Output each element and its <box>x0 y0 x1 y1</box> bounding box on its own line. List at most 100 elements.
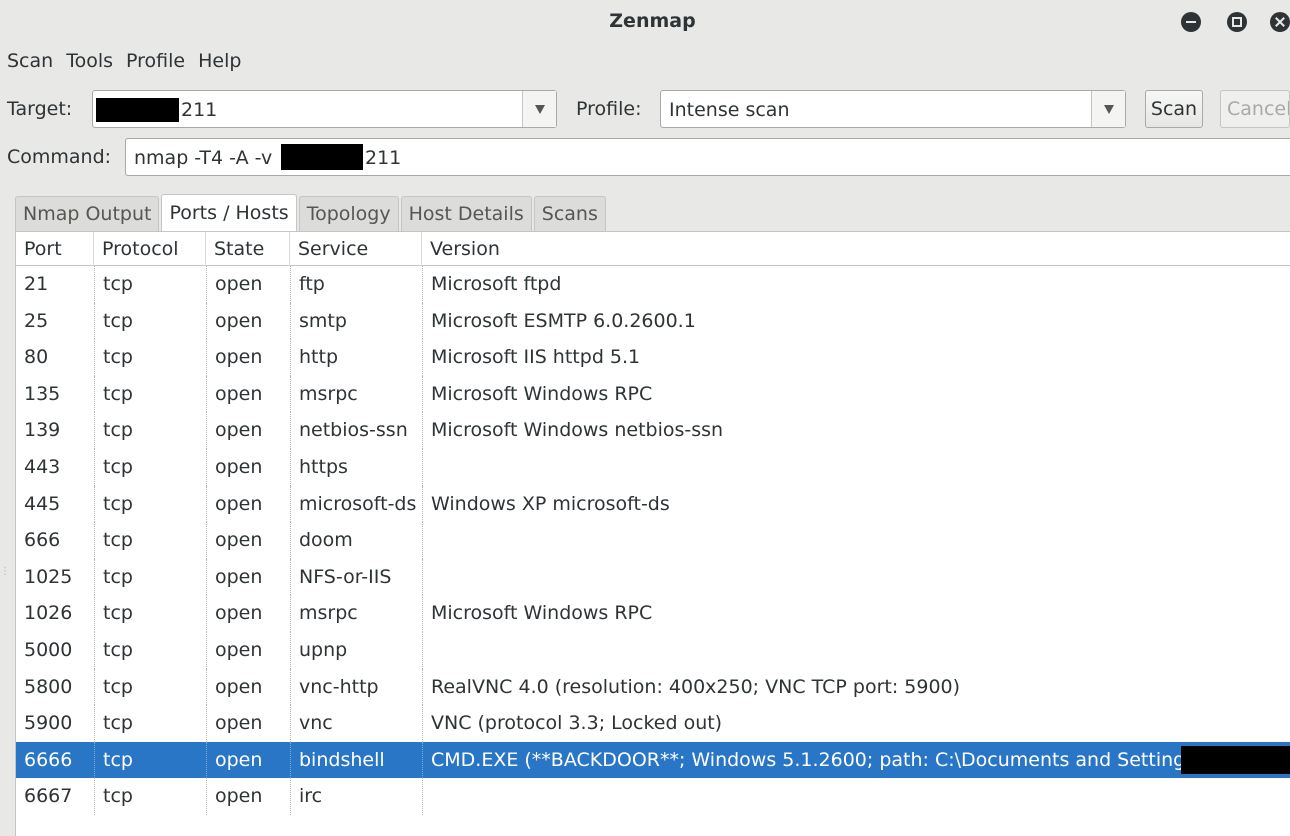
profile-value: Intense scan <box>669 99 790 121</box>
protocol-cell: tcp <box>94 522 206 559</box>
title-bar: Zenmap <box>0 0 1290 42</box>
state-cell: open <box>206 302 290 340</box>
close-icon[interactable] <box>1270 12 1290 32</box>
state-cell: open <box>206 558 290 596</box>
port-cell: 5800 <box>24 675 73 698</box>
service-cell: doom <box>290 522 422 559</box>
table-row[interactable]: 1026 tcp open msrpc Microsoft Windows RPC <box>16 595 1290 632</box>
state-cell: open <box>206 595 290 632</box>
service-cell: NFS-or-IIS <box>290 558 422 596</box>
state-cell: open <box>206 741 290 779</box>
protocol-cell: tcp <box>94 595 206 632</box>
version-cell <box>422 778 1290 815</box>
protocol-cell: tcp <box>94 741 206 779</box>
protocol-cell: tcp <box>94 632 206 669</box>
version-cell: Microsoft ESMTP 6.0.2600.1 <box>422 302 1290 340</box>
table-row[interactable]: 5900 tcp open vnc VNC (protocol 3.3; Locked … <box>16 705 1290 742</box>
protocol-cell: tcp <box>94 375 206 413</box>
port-cell: 80 <box>24 346 49 369</box>
target-label: Target: <box>7 98 73 120</box>
tab-nmap-output[interactable]: Nmap Output <box>15 196 160 232</box>
table-row[interactable]: 666 tcp open doom <box>16 522 1290 559</box>
tab-host-details[interactable]: Host Details <box>400 196 532 232</box>
state-cell: open <box>206 522 290 559</box>
state-cell: open <box>206 485 290 523</box>
window-title: Zenmap <box>609 10 696 32</box>
cancel-button[interactable]: Cancel <box>1220 90 1290 128</box>
target-combo[interactable]: 211 <box>92 90 557 128</box>
table-row[interactable]: 6666 tcp open bindshell CMD.EXE (**BACKDOOR*… <box>16 741 1290 779</box>
menu-scan[interactable]: Scan <box>7 46 53 78</box>
tab-topology[interactable]: Topology <box>298 196 399 232</box>
profile-label: Profile: <box>576 98 642 120</box>
tab-scans[interactable]: Scans <box>533 196 606 232</box>
protocol-cell: tcp <box>94 485 206 523</box>
version-cell <box>422 449 1290 486</box>
state-cell: open <box>206 668 290 706</box>
table-row[interactable]: 25 tcp open smtp Microsoft ESMTP 6.0.2600.1 <box>16 302 1290 340</box>
table-row[interactable]: 21 tcp open ftp Microsoft ftpd <box>16 266 1290 303</box>
profile-combo[interactable]: Intense scan <box>660 90 1126 128</box>
service-cell: smtp <box>290 302 422 340</box>
version-cell <box>422 558 1290 596</box>
service-cell: http <box>290 339 422 376</box>
chevron-down-icon[interactable] <box>522 91 556 127</box>
port-cell: 445 <box>24 492 61 515</box>
protocol-cell: tcp <box>94 412 206 449</box>
port-cell: 5900 <box>24 712 73 735</box>
column-port[interactable]: Port <box>16 232 94 266</box>
menu-help[interactable]: Help <box>198 46 241 78</box>
protocol-cell: tcp <box>94 449 206 486</box>
service-cell: upnp <box>290 632 422 669</box>
service-cell: netbios-ssn <box>290 412 422 449</box>
table-row[interactable]: 1025 tcp open NFS-or-IIS <box>16 558 1290 596</box>
table-header: Port Protocol State Service Version <box>16 232 1290 266</box>
state-cell: open <box>206 339 290 376</box>
tab-ports-hosts[interactable]: Ports / Hosts <box>161 194 297 232</box>
table-row[interactable]: 80 tcp open http Microsoft IIS httpd 5.1 <box>16 339 1290 376</box>
version-cell: Microsoft Windows RPC <box>422 595 1290 632</box>
port-cell: 25 <box>24 309 49 332</box>
maximize-icon[interactable] <box>1227 12 1247 32</box>
protocol-cell: tcp <box>94 266 206 303</box>
command-label: Command: <box>7 146 112 168</box>
table-row[interactable]: 6667 tcp open irc <box>16 778 1290 815</box>
protocol-cell: tcp <box>94 339 206 376</box>
table-row[interactable]: 5000 tcp open upnp <box>16 632 1290 669</box>
chevron-down-icon[interactable] <box>1091 91 1125 127</box>
port-cell: 135 <box>24 382 61 405</box>
protocol-cell: tcp <box>94 705 206 742</box>
minimize-icon[interactable] <box>1181 12 1201 32</box>
pane-handle-icon[interactable]: ⋮ <box>0 566 10 582</box>
version-cell: Microsoft Windows netbios-ssn <box>422 412 1290 449</box>
service-cell: msrpc <box>290 375 422 413</box>
tab-bar: Nmap Output Ports / Hosts Topology Host … <box>15 194 608 232</box>
port-cell: 443 <box>24 456 61 478</box>
state-cell: open <box>206 632 290 669</box>
command-field[interactable]: nmap -T4 -A -v 211 <box>125 138 1290 176</box>
service-cell: https <box>290 449 422 486</box>
version-cell: Microsoft Windows RPC <box>422 375 1290 413</box>
table-row[interactable]: 443 tcp open https <box>16 449 1290 486</box>
menu-tools[interactable]: Tools <box>66 46 113 78</box>
protocol-cell: tcp <box>94 668 206 706</box>
table-row[interactable]: 445 tcp open microsoft-ds Windows XP microso… <box>16 485 1290 523</box>
column-version[interactable]: Version <box>422 232 1290 266</box>
scan-button[interactable]: Scan <box>1145 90 1203 128</box>
port-cell: 1025 <box>24 565 73 588</box>
state-cell: open <box>206 449 290 486</box>
state-cell: open <box>206 705 290 742</box>
version-cell: VNC (protocol 3.3; Locked out) <box>422 705 1290 742</box>
service-cell: ftp <box>290 266 422 303</box>
table-row[interactable]: 139 tcp open netbios-ssn Microsoft Windows n… <box>16 412 1290 449</box>
version-cell: Microsoft ftpd <box>422 266 1290 303</box>
column-protocol[interactable]: Protocol <box>94 232 206 266</box>
table-row[interactable]: 135 tcp open msrpc Microsoft Windows RPC <box>16 375 1290 413</box>
column-state[interactable]: State <box>206 232 290 266</box>
state-cell: open <box>206 412 290 449</box>
target-value: 211 <box>181 99 218 121</box>
table-row[interactable]: 5800 tcp open vnc-http RealVNC 4.0 (resoluti… <box>16 668 1290 706</box>
column-service[interactable]: Service <box>290 232 422 266</box>
port-cell: 6666 <box>24 748 73 771</box>
menu-profile[interactable]: Profile <box>126 46 185 78</box>
